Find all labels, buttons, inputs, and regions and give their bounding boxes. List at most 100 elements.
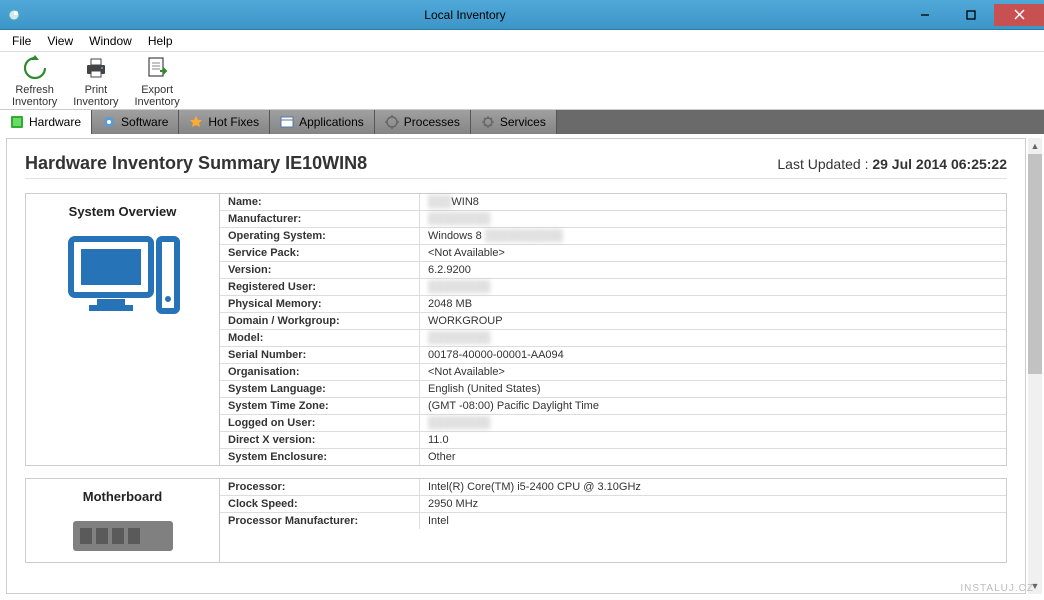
toolbar-label: Export xyxy=(141,84,173,96)
property-value: (GMT -08:00) Pacific Daylight Time xyxy=(420,398,1006,414)
scroll-down-button[interactable]: ▼ xyxy=(1028,578,1042,594)
property-value: WORKGROUP xyxy=(420,313,1006,329)
property-value: Other xyxy=(420,449,1006,465)
property-value: 2048 MB xyxy=(420,296,1006,312)
property-label: Name: xyxy=(220,194,420,210)
section: Motherboard Processor:Intel(R) Core(TM) i… xyxy=(25,478,1007,563)
property-label: Operating System: xyxy=(220,228,420,244)
property-row: System Language:English (United States) xyxy=(220,381,1006,398)
property-row: Model:████████ xyxy=(220,330,1006,347)
content-panel: Hardware Inventory Summary IE10WIN8 Last… xyxy=(6,138,1026,594)
maximize-button[interactable] xyxy=(948,4,994,26)
property-row: Manufacturer:████████ xyxy=(220,211,1006,228)
tabstrip: Hardware Software Hot Fixes Applications… xyxy=(0,110,1044,134)
print-inventory-button[interactable]: Print Inventory xyxy=(65,52,126,110)
content-area: Hardware Inventory Summary IE10WIN8 Last… xyxy=(0,134,1044,600)
toolbar-label: Print xyxy=(85,84,108,96)
property-value: ███WIN8 xyxy=(420,194,1006,210)
property-label: Direct X version: xyxy=(220,432,420,448)
property-row: Operating System:Windows 8 ██████████ xyxy=(220,228,1006,245)
menu-view[interactable]: View xyxy=(39,32,81,50)
property-value: Intel(R) Core(TM) i5-2400 CPU @ 3.10GHz xyxy=(420,479,1006,495)
toolbar-label: Inventory xyxy=(12,96,57,108)
property-row: Direct X version:11.0 xyxy=(220,432,1006,449)
export-inventory-button[interactable]: Export Inventory xyxy=(127,52,188,110)
processes-icon xyxy=(385,115,399,129)
tab-applications[interactable]: Applications xyxy=(270,110,375,134)
printer-icon xyxy=(82,54,110,82)
app-icon xyxy=(6,7,22,23)
property-label: Physical Memory: xyxy=(220,296,420,312)
property-row: Version:6.2.9200 xyxy=(220,262,1006,279)
property-row: Physical Memory:2048 MB xyxy=(220,296,1006,313)
menubar: File View Window Help xyxy=(0,30,1044,52)
page-heading: Hardware Inventory Summary IE10WIN8 xyxy=(25,153,367,174)
tab-label: Applications xyxy=(299,115,364,129)
computer-icon xyxy=(32,231,213,321)
tab-label: Services xyxy=(500,115,546,129)
vertical-scrollbar[interactable]: ▲ ▼ xyxy=(1028,138,1042,594)
property-label: System Time Zone: xyxy=(220,398,420,414)
close-button[interactable] xyxy=(994,4,1044,26)
property-label: Manufacturer: xyxy=(220,211,420,227)
property-label: Version: xyxy=(220,262,420,278)
tab-services[interactable]: Services xyxy=(471,110,557,134)
property-row: Registered User:████████ xyxy=(220,279,1006,296)
property-label: System Enclosure: xyxy=(220,449,420,465)
last-updated-label: Last Updated : xyxy=(777,156,872,172)
toolbar-label: Inventory xyxy=(73,96,118,108)
property-label: Clock Speed: xyxy=(220,496,420,512)
property-value: English (United States) xyxy=(420,381,1006,397)
menu-file[interactable]: File xyxy=(4,32,39,50)
toolbar-label: Inventory xyxy=(135,96,180,108)
property-value: 6.2.9200 xyxy=(420,262,1006,278)
hardware-icon xyxy=(10,115,24,129)
property-row: Logged on User:████████ xyxy=(220,415,1006,432)
tab-label: Hot Fixes xyxy=(208,115,259,129)
menu-window[interactable]: Window xyxy=(81,32,140,50)
tab-processes[interactable]: Processes xyxy=(375,110,471,134)
property-row: Processor Manufacturer:Intel xyxy=(220,513,1006,529)
tab-software[interactable]: Software xyxy=(92,110,179,134)
property-value: ████████ xyxy=(420,330,1006,346)
last-updated-value: 29 Jul 2014 06:25:22 xyxy=(872,156,1007,172)
services-icon xyxy=(481,115,495,129)
tab-hotfixes[interactable]: Hot Fixes xyxy=(179,110,270,134)
window-controls xyxy=(902,4,1044,26)
property-row: Domain / Workgroup:WORKGROUP xyxy=(220,313,1006,330)
scroll-thumb[interactable] xyxy=(1028,154,1042,374)
property-label: Processor Manufacturer: xyxy=(220,513,420,529)
property-value: Intel xyxy=(420,513,1006,529)
property-row: Organisation:<Not Available> xyxy=(220,364,1006,381)
property-label: System Language: xyxy=(220,381,420,397)
tab-hardware[interactable]: Hardware xyxy=(0,110,92,134)
property-value: 00178-40000-00001-AA094 xyxy=(420,347,1006,363)
titlebar: Local Inventory xyxy=(0,0,1044,30)
software-icon xyxy=(102,115,116,129)
property-row: Service Pack:<Not Available> xyxy=(220,245,1006,262)
applications-icon xyxy=(280,115,294,129)
property-label: Registered User: xyxy=(220,279,420,295)
hotfix-icon xyxy=(189,115,203,129)
property-value: <Not Available> xyxy=(420,245,1006,261)
property-label: Logged on User: xyxy=(220,415,420,431)
property-label: Organisation: xyxy=(220,364,420,380)
section-title: System Overview xyxy=(32,200,213,223)
property-row: System Enclosure:Other xyxy=(220,449,1006,465)
scroll-up-button[interactable]: ▲ xyxy=(1028,138,1042,154)
minimize-button[interactable] xyxy=(902,4,948,26)
menu-help[interactable]: Help xyxy=(140,32,181,50)
property-value: ████████ xyxy=(420,211,1006,227)
section-title: Motherboard xyxy=(32,485,213,508)
toolbar-label: Refresh xyxy=(15,84,54,96)
property-list: Name:███WIN8Manufacturer:████████Operati… xyxy=(220,194,1006,465)
section-sidebar: Motherboard xyxy=(26,479,220,562)
property-row: System Time Zone:(GMT -08:00) Pacific Da… xyxy=(220,398,1006,415)
tab-label: Processes xyxy=(404,115,460,129)
property-value: 11.0 xyxy=(420,432,1006,448)
motherboard-icon xyxy=(32,516,213,556)
toolbar: Refresh Inventory Print Inventory Export… xyxy=(0,52,1044,110)
property-label: Processor: xyxy=(220,479,420,495)
refresh-inventory-button[interactable]: Refresh Inventory xyxy=(4,52,65,110)
property-label: Service Pack: xyxy=(220,245,420,261)
